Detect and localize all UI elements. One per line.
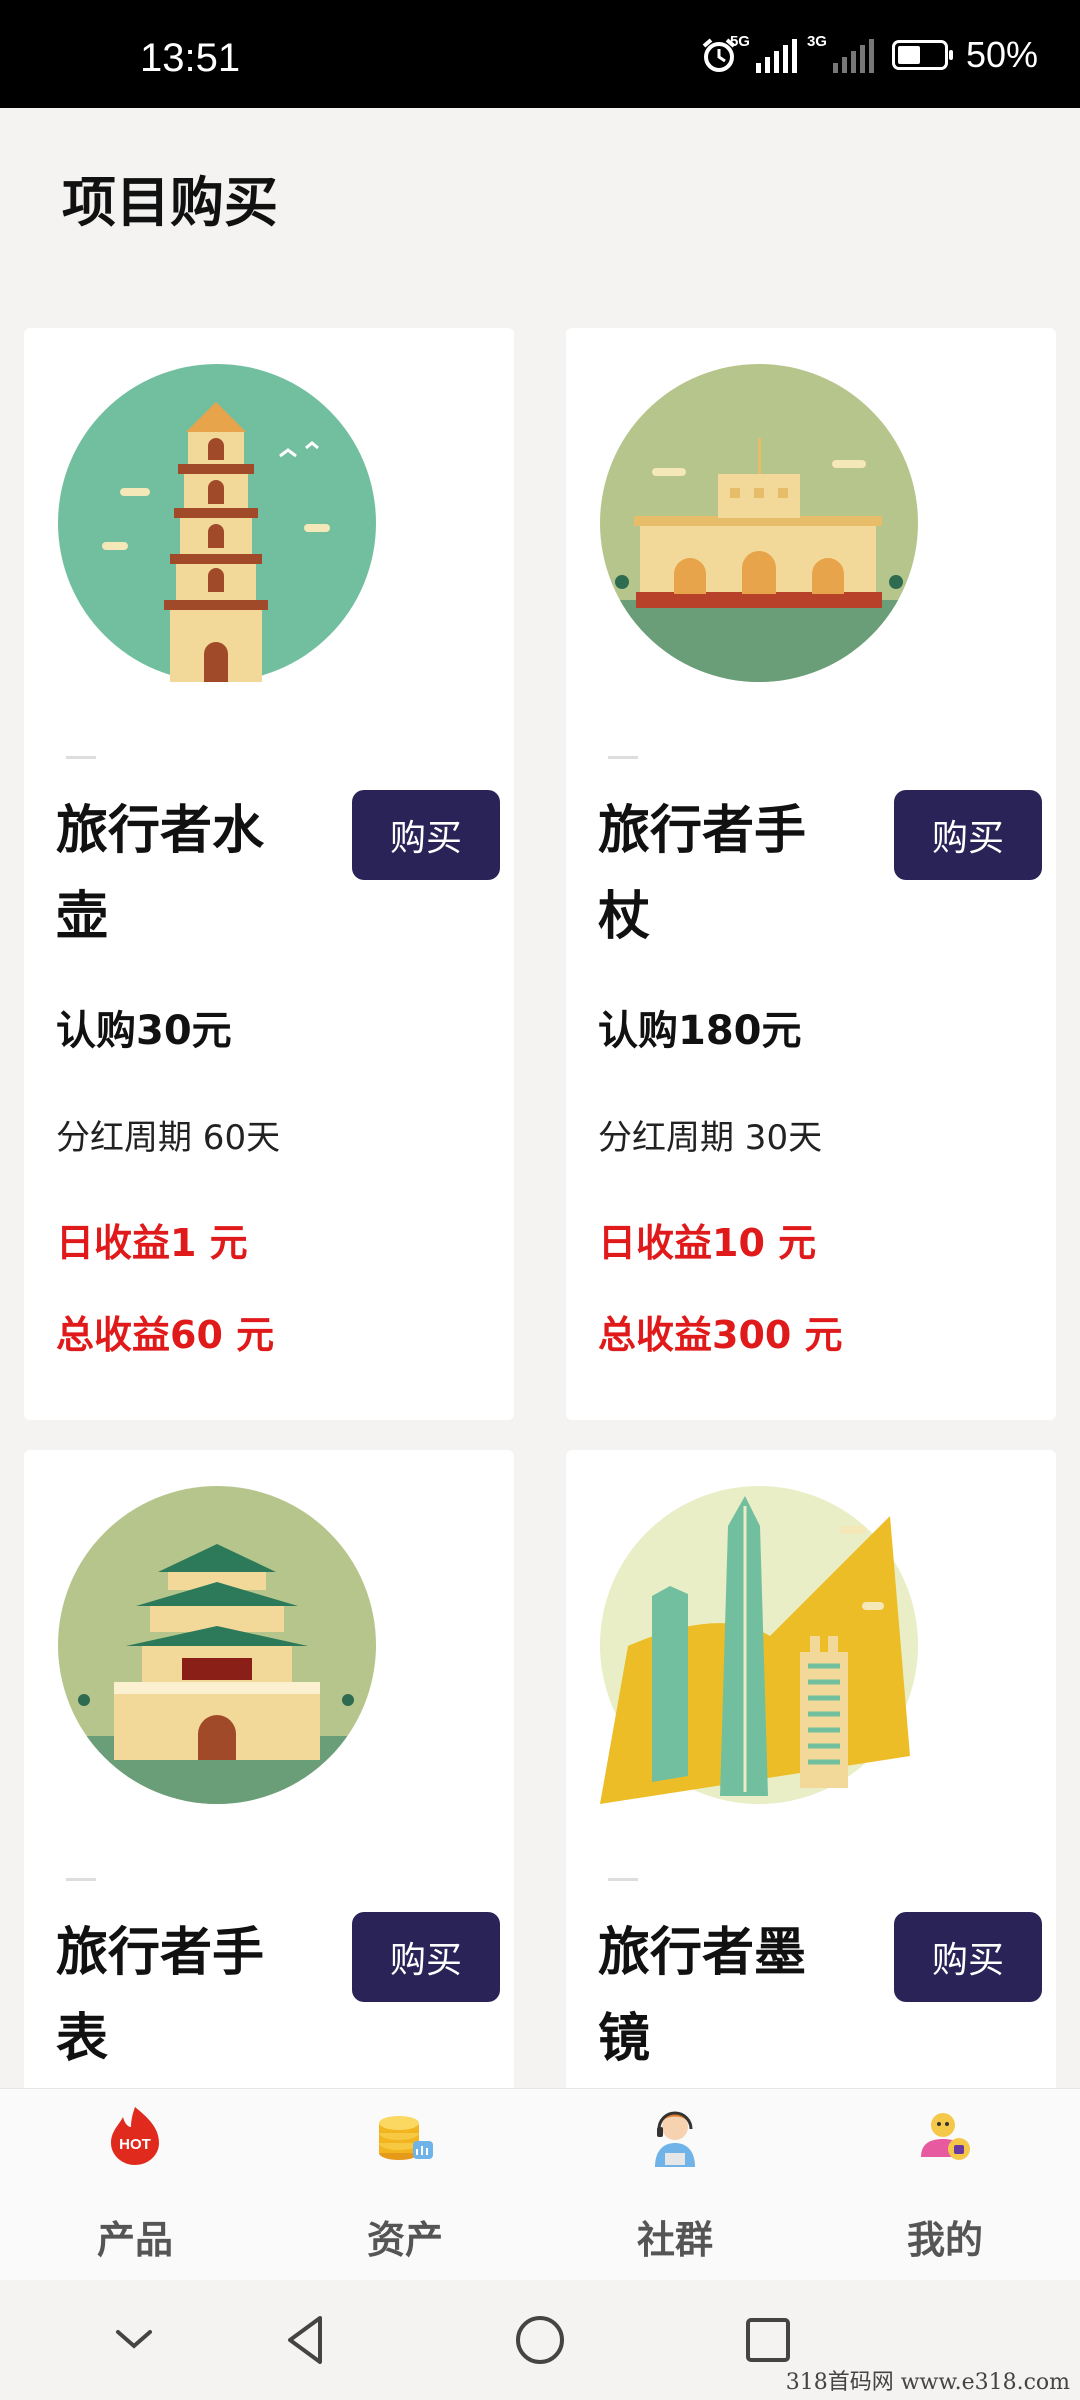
divider <box>608 756 638 759</box>
bottom-tab-bar: HOT 产品 资产 社群 我的 <box>0 2088 1080 2281</box>
page-title: 项目购买 <box>62 171 278 234</box>
product-price: 认购30元 <box>56 1008 232 1054</box>
coins-icon <box>379 2116 433 2160</box>
signal-3g-icon: 3G <box>807 33 874 73</box>
product-price: 认购180元 <box>598 1008 802 1054</box>
buy-button[interactable]: 购买 <box>894 1912 1042 2002</box>
back-icon[interactable] <box>276 2308 340 2372</box>
product-card[interactable]: 旅行者墨镜 购买 <box>566 1450 1056 2150</box>
product-name: 旅行者墨镜 <box>598 1923 807 2069</box>
battery-icon <box>891 40 953 70</box>
divider <box>66 756 96 759</box>
hot-icon: HOT <box>111 2107 159 2165</box>
palace-illustration <box>600 364 918 682</box>
chevron-down-icon[interactable] <box>102 2308 166 2372</box>
total-income: 总收益60 元 <box>56 1313 275 1357</box>
tab-label: 我的 <box>906 2218 983 2262</box>
buy-button[interactable]: 购买 <box>352 1912 500 2002</box>
tab-community[interactable]: 社群 <box>540 2089 810 2281</box>
hot-badge-text: HOT <box>119 2136 151 2153</box>
skyscraper-illustration <box>600 1486 918 1804</box>
dividend-cycle: 分红周期 60天 <box>56 1118 281 1158</box>
recents-icon[interactable] <box>736 2308 800 2372</box>
dividend-cycle: 分红周期 30天 <box>598 1118 823 1158</box>
product-name: 旅行者手杖 <box>598 801 807 947</box>
product-name: 旅行者手表 <box>56 1923 265 2069</box>
home-icon[interactable] <box>508 2308 572 2372</box>
buy-button[interactable]: 购买 <box>352 790 500 880</box>
user-profile-icon <box>921 2113 970 2160</box>
product-card[interactable]: 旅行者水壶 购买 认购30元 分红周期 60天 日收益1 元 总收益60 元 <box>24 328 514 1420</box>
tab-assets[interactable]: 资产 <box>270 2089 540 2281</box>
status-time: 13:51 <box>140 36 241 80</box>
gate-tower-illustration <box>58 1486 376 1804</box>
network-type-label: 5G <box>729 33 750 50</box>
daily-income: 日收益10 元 <box>598 1221 817 1265</box>
buy-button[interactable]: 购买 <box>894 790 1042 880</box>
daily-income: 日收益1 元 <box>56 1221 248 1265</box>
total-income: 总收益300 元 <box>598 1313 843 1357</box>
tab-mine[interactable]: 我的 <box>810 2089 1080 2281</box>
divider <box>608 1878 638 1881</box>
tab-label: 产品 <box>96 2218 173 2262</box>
status-bar: 13:51 5G 3G 50% <box>0 0 1080 108</box>
tab-label: 资产 <box>366 2218 443 2262</box>
product-card[interactable]: 旅行者手杖 购买 认购180元 分红周期 30天 日收益10 元 总收益300 … <box>566 328 1056 1420</box>
product-name: 旅行者水壶 <box>56 801 265 947</box>
system-nav-bar: 318首码网 www.e318.com <box>0 2280 1080 2400</box>
support-agent-icon <box>655 2111 695 2167</box>
tab-label: 社群 <box>636 2218 713 2262</box>
battery-percent: 50% <box>965 34 1038 75</box>
signal-5g-icon: 5G <box>730 33 797 73</box>
tab-products[interactable]: HOT 产品 <box>0 2089 270 2281</box>
product-card[interactable]: 旅行者手表 购买 <box>24 1450 514 2150</box>
watermark: 318首码网 www.e318.com <box>785 2370 1070 2395</box>
pagoda-illustration <box>58 364 376 682</box>
divider <box>66 1878 96 1881</box>
status-icons: 5G 3G 50% <box>700 33 1038 76</box>
network-type-label-2: 3G <box>806 33 827 50</box>
